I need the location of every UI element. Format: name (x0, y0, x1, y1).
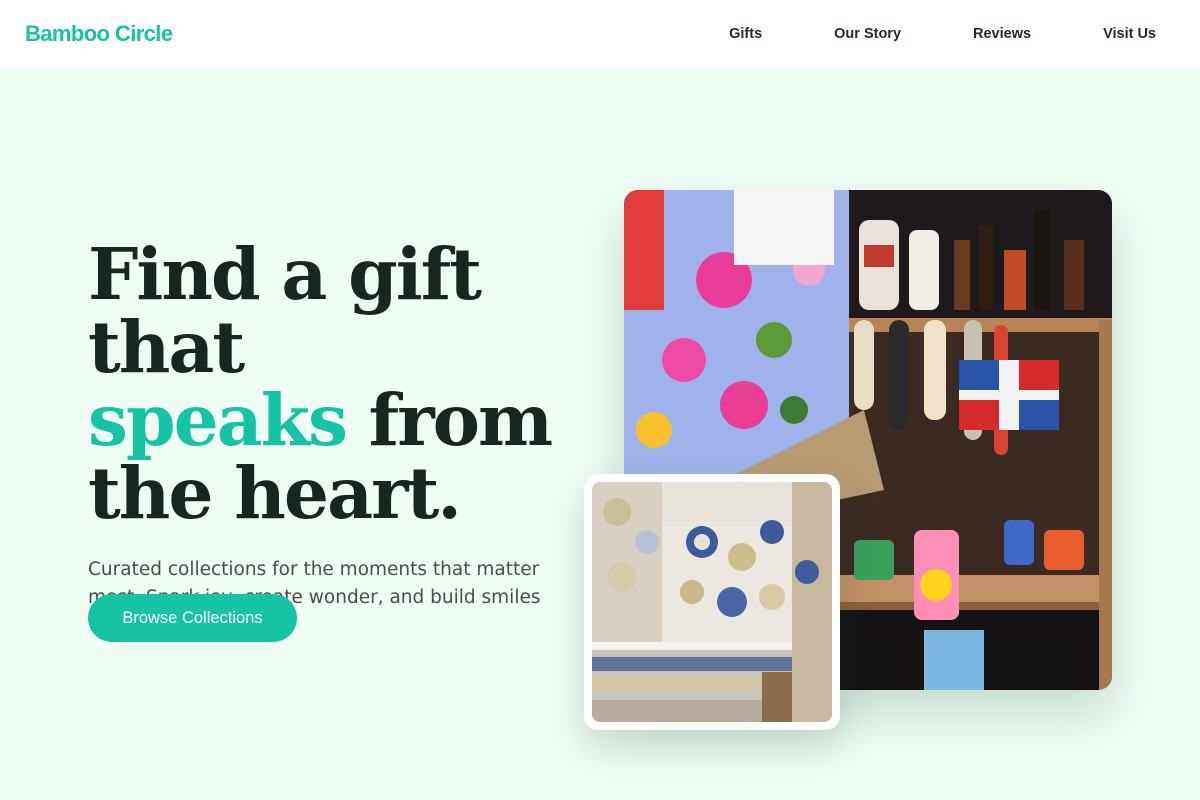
hero-section: Find a gift that speaks from the heart. … (88, 238, 588, 640)
main-nav: Gifts Our Story Reviews Visit Us (729, 26, 1156, 42)
headline-line-1: Find a gift that (88, 232, 482, 389)
headline-line-2-rest: from (345, 378, 553, 462)
nav-link-reviews[interactable]: Reviews (973, 26, 1031, 42)
headline-line-3: the heart. (88, 451, 462, 535)
hero-headline: Find a gift that speaks from the heart. (88, 238, 588, 530)
headline-accent-word: speaks (88, 378, 348, 462)
browse-collections-button[interactable]: Browse Collections (88, 594, 297, 642)
nav-link-our-story[interactable]: Our Story (834, 26, 901, 42)
nav-link-gifts[interactable]: Gifts (729, 26, 762, 42)
hero-secondary-photo (592, 482, 832, 722)
hero-secondary-photo-card (584, 474, 840, 730)
nav-link-visit-us[interactable]: Visit Us (1103, 26, 1156, 42)
ceramics-shop-image (592, 482, 832, 722)
brand-logo[interactable]: Bamboo Circle (25, 21, 173, 47)
site-header: Bamboo Circle Gifts Our Story Reviews Vi… (0, 0, 1200, 68)
